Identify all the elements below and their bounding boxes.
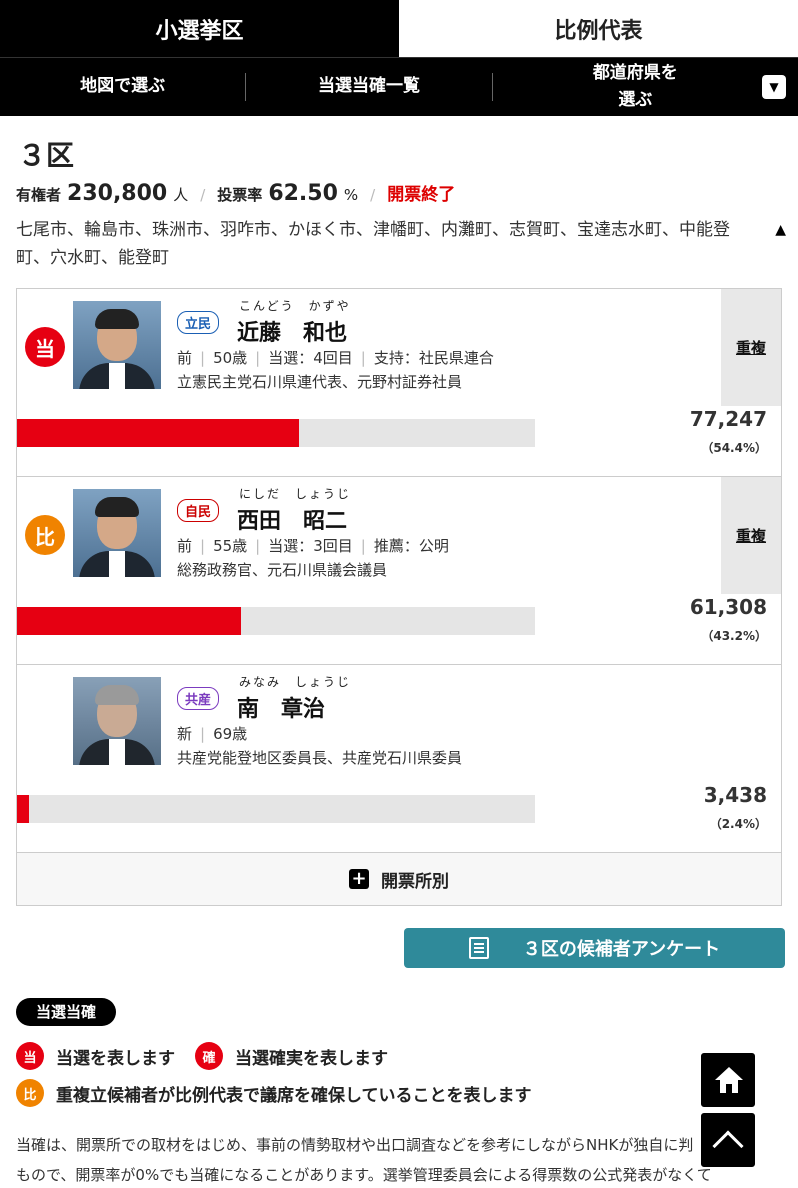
vote-count: 3,438: [703, 783, 767, 807]
vote-bar-fill: [17, 419, 299, 447]
district-title: ３区: [18, 139, 75, 172]
candidate-kana: みなみ しょうじ: [239, 675, 352, 689]
candidate-photo: [73, 301, 161, 389]
disclaimer-line1: 当確は、開票所での取材をはじめ、事前の情勢取材や出口調査などを参考にしながらNH…: [16, 1136, 694, 1154]
candidate-career: 立憲民主党石川県連代表、元野村証券社員: [177, 373, 463, 391]
document-icon: [468, 937, 489, 959]
by-polling-place-label: 開票所別: [381, 871, 449, 892]
disclaimer-line2: もので、開票率が0%でも当確になることがあります。選挙管理委員会による得票数の公…: [16, 1166, 712, 1184]
proportional-legend-text: 重複立候補者が比例代表で議席を確保していることを表します: [56, 1085, 532, 1106]
candidate-career: 共産党能登地区委員長、共産党石川県委員: [177, 749, 463, 767]
candidate-name: 南 章治: [237, 697, 326, 722]
electorate-value: 230,800: [67, 181, 168, 206]
stats-divider: /: [200, 186, 206, 204]
support: 推薦：公明: [373, 537, 449, 555]
chevron-down-icon[interactable]: ▼: [761, 75, 786, 99]
stats-divider: /: [370, 186, 376, 204]
vote-bar: [17, 607, 535, 635]
candidate-kana: こんどう かずや: [239, 299, 351, 313]
electorate-unit: 人: [173, 186, 189, 204]
vote-count: 77,247: [689, 407, 767, 431]
incumbency: 新: [177, 725, 193, 743]
results-table: 当 立民 こんどう かずや 近藤 和也 前 | 50歳 | 当選：4回目 | 支持：社民県連…: [16, 288, 782, 906]
certain-mark: 確: [195, 1042, 223, 1070]
vote-bar: [17, 419, 535, 447]
candidate-name: 西田 昭二: [237, 509, 348, 534]
candidate-row: 比 自民 にしだ しょうじ 西田 昭二 前 | 55歳 | 当選：3回目 | 推薦：公明 総…: [17, 477, 781, 665]
legend-row-proportional: 比 重複立候補者が比例代表で議席を確保していることを表します: [16, 1079, 532, 1107]
candidate-meta: 新 | 69歳: [177, 725, 248, 743]
age: 50歳: [213, 349, 248, 367]
vote-bar-fill: [17, 607, 241, 635]
prefecture-label-line2: 選ぶ: [618, 90, 653, 110]
vote-bar: [17, 795, 535, 823]
winners-list-link[interactable]: 当選当確一覧: [246, 73, 491, 100]
win-count: 当選：3回目: [268, 537, 353, 555]
collapse-icon[interactable]: ▲: [775, 216, 786, 244]
elected-mark: 当: [16, 1042, 44, 1070]
turnout-label: 投票率: [217, 186, 263, 204]
electorate-label: 有権者: [16, 186, 62, 204]
proportional-mark: 比: [16, 1079, 44, 1107]
win-count: 当選：4回目: [268, 349, 353, 367]
home-button[interactable]: [700, 1052, 756, 1108]
age: 69歳: [213, 725, 248, 743]
election-type-tabs: 小選挙区 比例代表: [0, 0, 798, 57]
candidate-photo: [73, 489, 161, 577]
turnout-value: 62.50: [268, 181, 338, 206]
proportional-badge: 比: [25, 515, 65, 555]
plus-icon: +: [349, 869, 369, 889]
vote-count: 61,308: [689, 595, 767, 619]
home-icon: [715, 1067, 743, 1095]
dual-candidacy-link[interactable]: 重複: [721, 477, 781, 594]
sub-navigation: 地図で選ぶ 当選当確一覧 都道府県を 選ぶ ▼: [0, 57, 798, 116]
party-badge: 自民: [177, 499, 220, 522]
party-badge: 共産: [177, 687, 220, 710]
chevron-up-icon: [712, 1130, 744, 1162]
vote-percent: （54.4%）: [701, 441, 767, 455]
age: 55歳: [213, 537, 248, 555]
vote-percent: （2.4%）: [709, 817, 767, 831]
by-polling-place-toggle[interactable]: + 開票所別: [17, 853, 781, 905]
elected-legend-text: 当選を表します: [56, 1048, 175, 1069]
tab-single-seat[interactable]: 小選挙区: [0, 0, 399, 57]
turnout-unit: %: [343, 186, 359, 204]
vote-percent: （43.2%）: [701, 629, 767, 643]
areas-text: 七尾市、輪島市、珠洲市、羽咋市、かほく市、津幡町、内灘町、志賀町、宝達志水町、中…: [16, 220, 730, 268]
district-stats: 有権者 230,800 人 / 投票率 62.50 % / 開票終了: [0, 174, 798, 206]
candidate-photo: [73, 677, 161, 765]
survey-label: ３区の候補者アンケート: [522, 939, 721, 960]
candidate-row: 当 立民 こんどう かずや 近藤 和也 前 | 50歳 | 当選：4回目 | 支持：社民県連…: [17, 289, 781, 477]
candidate-meta: 前 | 55歳 | 当選：3回目 | 推薦：公明: [177, 537, 449, 555]
incumbency: 前: [177, 349, 193, 367]
select-by-map-link[interactable]: 地図で選ぶ: [0, 73, 245, 100]
candidate-career: 総務政務官、元石川県議会議員: [177, 561, 388, 579]
counting-status: 開票終了: [387, 185, 456, 205]
elected-badge: 当: [25, 327, 65, 367]
party-badge: 立民: [177, 311, 220, 334]
disclaimer-text: 当確は、開票所での取材をはじめ、事前の情勢取材や出口調査などを参考にしながらNH…: [16, 1130, 756, 1188]
candidate-row: 共産 みなみ しょうじ 南 章治 新 | 69歳 共産党能登地区委員長、共産党石川県…: [17, 665, 781, 853]
dual-candidacy-link[interactable]: 重複: [721, 289, 781, 406]
prefecture-label-line1: 都道府県を: [592, 62, 678, 83]
scroll-to-top-button[interactable]: [700, 1112, 756, 1168]
legend-title: 当選当確: [16, 998, 117, 1026]
candidate-kana: にしだ しょうじ: [239, 487, 352, 501]
vote-bar-fill: [17, 795, 30, 823]
candidate-meta: 前 | 50歳 | 当選：4回目 | 支持：社民県連合: [177, 349, 494, 367]
certain-legend-text: 当選確実を表します: [235, 1048, 388, 1069]
select-prefecture-dropdown[interactable]: 都道府県を 選ぶ ▼: [493, 60, 798, 114]
district-areas: 七尾市、輪島市、珠洲市、羽咋市、かほく市、津幡町、内灘町、志賀町、宝達志水町、中…: [0, 206, 798, 272]
legend-row-win: 当 当選を表します 確 当選確実を表します: [16, 1042, 388, 1070]
incumbency: 前: [177, 537, 193, 555]
support: 支持：社民県連合: [373, 349, 494, 367]
candidate-survey-button[interactable]: ３区の候補者アンケート: [404, 928, 785, 968]
candidate-name: 近藤 和也: [237, 321, 348, 346]
tab-proportional[interactable]: 比例代表: [399, 0, 798, 57]
